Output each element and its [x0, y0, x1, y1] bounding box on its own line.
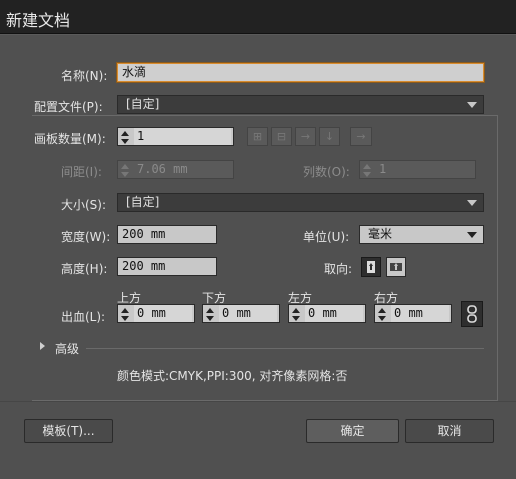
columns-value: 1	[376, 161, 473, 178]
footer-divider	[0, 401, 516, 402]
size-select[interactable]: [自定]	[117, 193, 484, 212]
title-bar: 新建文档	[0, 0, 516, 34]
columns-label: 列数(O):	[303, 165, 350, 179]
columns-field[interactable]: 1	[359, 160, 476, 179]
window-title: 新建文档	[6, 11, 71, 30]
chevron-down-icon	[467, 232, 477, 238]
bleed-top-field[interactable]: 0 mm	[117, 304, 195, 323]
artboard-count-stepper[interactable]	[118, 128, 132, 147]
bleed-left-field[interactable]: 0 mm	[288, 304, 366, 323]
cancel-button[interactable]: 取消	[405, 419, 494, 443]
orientation-label: 取向:	[324, 262, 353, 276]
bleed-bottom-value: 0 mm	[219, 305, 277, 322]
height-label: 高度(H):	[61, 262, 108, 276]
bleed-left-stepper[interactable]	[289, 305, 303, 324]
name-input[interactable]: 水滴	[117, 63, 484, 82]
artboard-count-label: 画板数量(M):	[34, 132, 106, 146]
templates-button[interactable]: 模板(T)...	[24, 419, 113, 443]
bleed-bottom-stepper[interactable]	[203, 305, 217, 324]
document-summary: 颜色模式:CMYK,PPI:300, 对齐像素网格:否	[117, 369, 348, 383]
landscape-icon[interactable]	[386, 257, 406, 277]
units-label: 单位(U):	[303, 230, 350, 244]
units-select-value: 毫米	[368, 227, 393, 241]
profile-group-frame	[32, 115, 498, 401]
artboard-count-value: 1	[134, 128, 231, 145]
spacing-label: 间距(I):	[61, 165, 102, 179]
artboard-count-field[interactable]: 1	[117, 127, 234, 146]
profile-label: 配置文件(P):	[34, 100, 103, 114]
bleed-right-stepper[interactable]	[375, 305, 389, 324]
bleed-top-value: 0 mm	[134, 305, 192, 322]
profile-select-value: [自定]	[126, 97, 160, 111]
bleed-top-stepper[interactable]	[118, 305, 132, 324]
grid-by-column-icon[interactable]: ⊟	[271, 127, 292, 146]
ok-button[interactable]: 确定	[306, 419, 399, 443]
spacing-stepper[interactable]	[118, 161, 132, 180]
width-input[interactable]: 200 mm	[117, 225, 217, 244]
bleed-right-value: 0 mm	[391, 305, 449, 322]
name-label: 名称(N):	[61, 69, 108, 83]
link-icon[interactable]	[461, 301, 483, 327]
size-label: 大小(S):	[61, 198, 107, 212]
advanced-toggle[interactable]: 高级	[55, 340, 79, 357]
arrange-by-column-icon[interactable]: ↓	[319, 127, 340, 146]
bleed-right-field[interactable]: 0 mm	[374, 304, 452, 323]
spacing-value: 7.06 mm	[134, 161, 231, 178]
portrait-icon[interactable]	[361, 257, 381, 277]
grid-by-row-icon[interactable]: ⊞	[247, 127, 268, 146]
bleed-label: 出血(L):	[61, 310, 106, 324]
advanced-divider	[86, 348, 484, 349]
bleed-left-value: 0 mm	[305, 305, 363, 322]
right-to-left-icon[interactable]: →	[350, 127, 372, 146]
arrange-by-row-icon[interactable]: →	[295, 127, 316, 146]
profile-select[interactable]: [自定]	[117, 95, 484, 114]
size-select-value: [自定]	[126, 195, 160, 209]
units-select[interactable]: 毫米	[359, 225, 484, 244]
new-document-dialog: 名称(N): 水滴 配置文件(P): [自定] 画板数量(M): 1 ⊞ ⊟ →…	[0, 34, 516, 479]
columns-stepper[interactable]	[360, 161, 374, 180]
height-input[interactable]: 200 mm	[117, 257, 217, 276]
bleed-bottom-field[interactable]: 0 mm	[202, 304, 280, 323]
chevron-right-icon[interactable]	[40, 342, 45, 350]
chevron-down-icon	[467, 102, 477, 108]
spacing-field[interactable]: 7.06 mm	[117, 160, 234, 179]
width-label: 宽度(W):	[61, 230, 111, 244]
chevron-down-icon	[467, 200, 477, 206]
